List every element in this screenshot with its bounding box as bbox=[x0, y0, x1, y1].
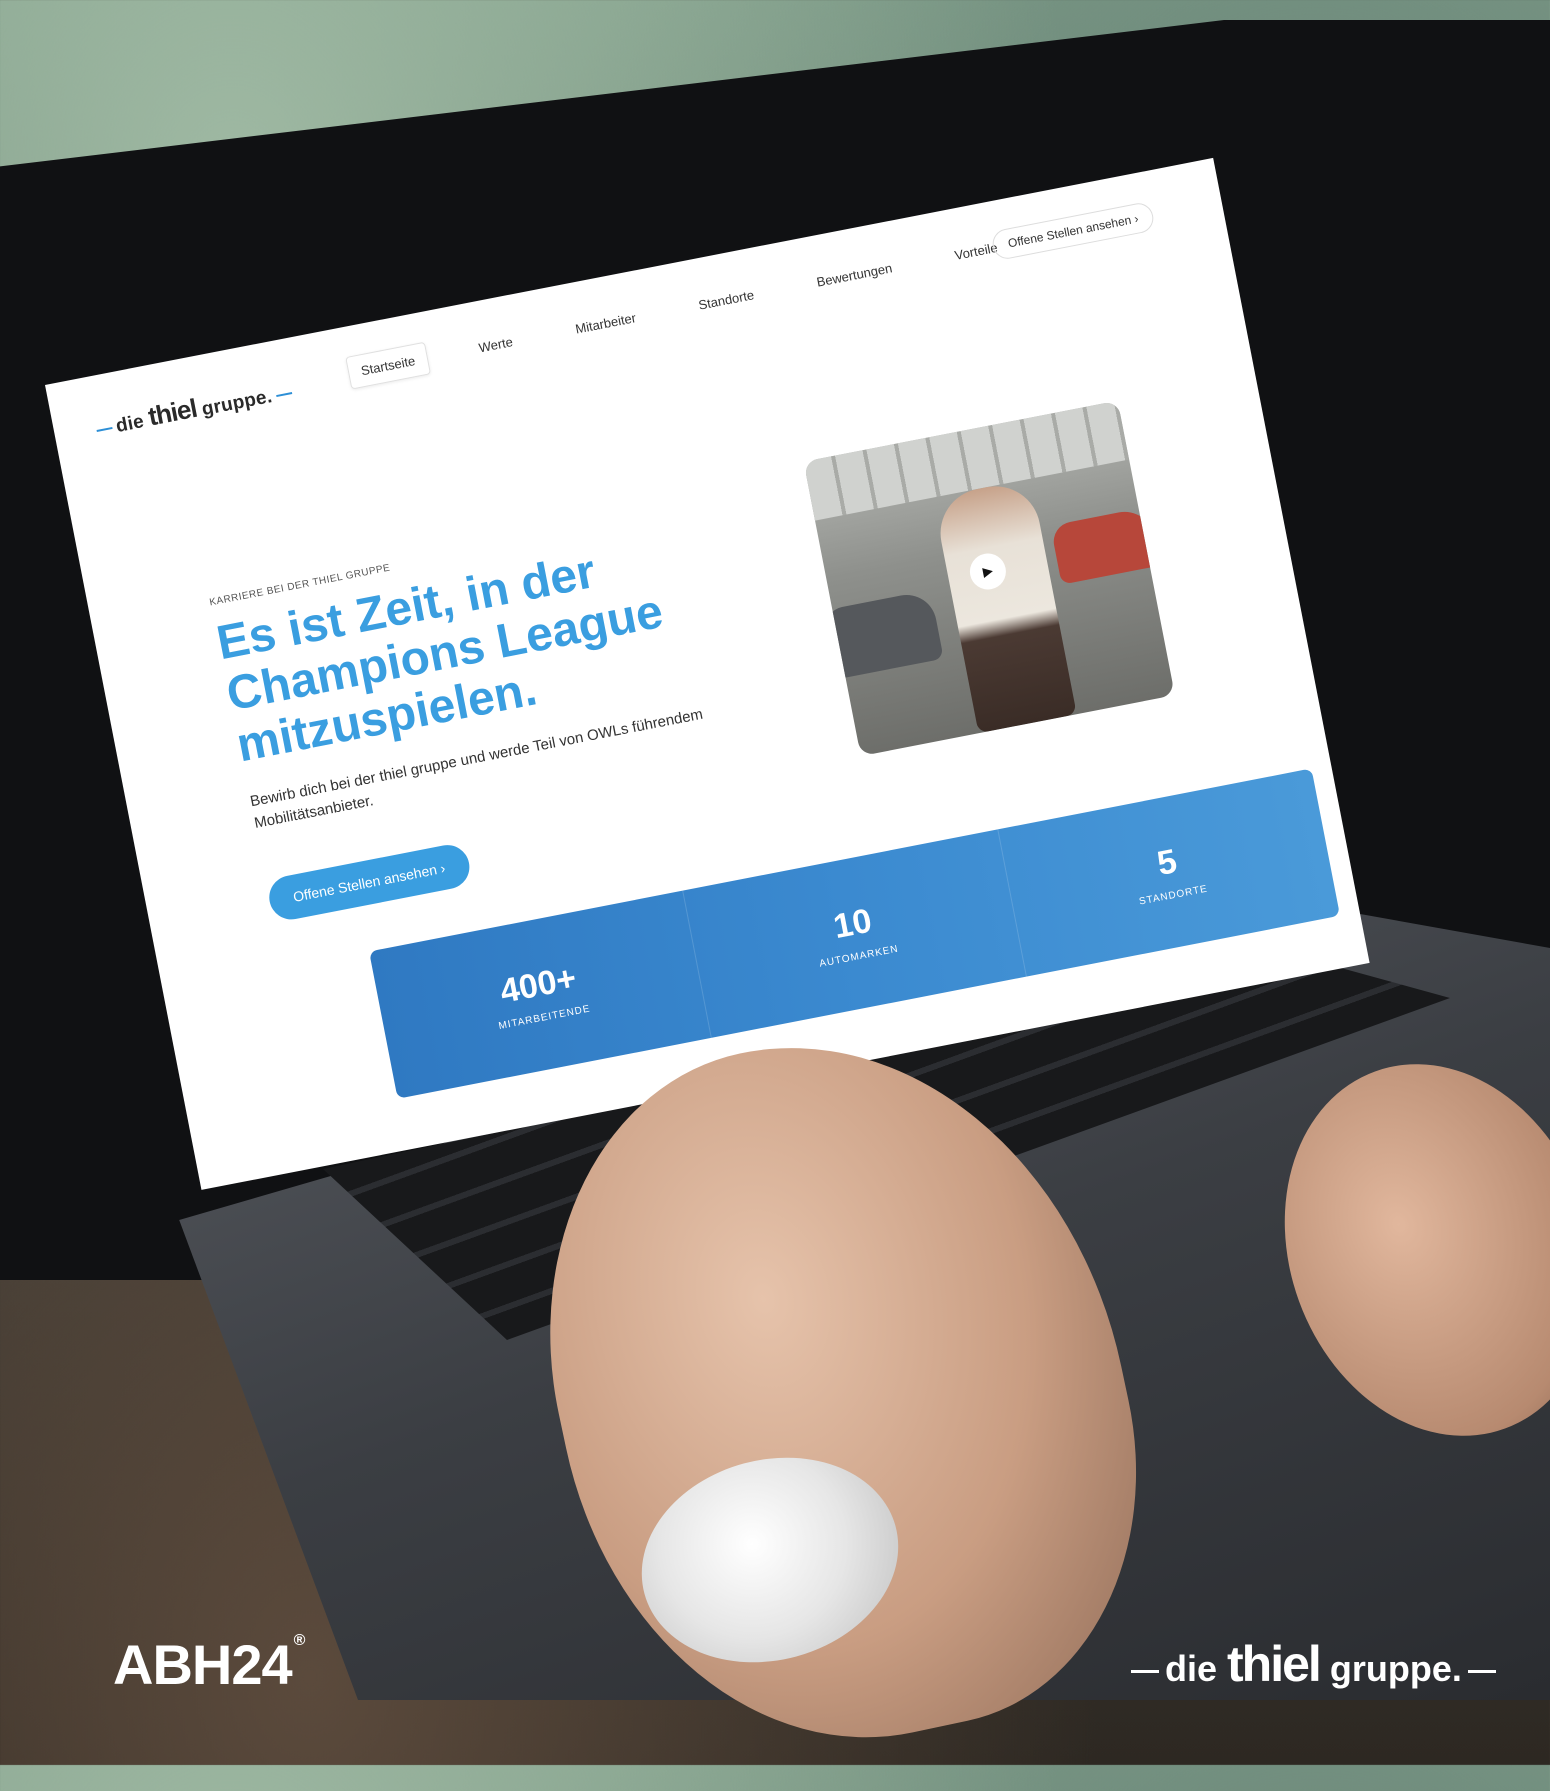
nav-item-mitarbeiter[interactable]: Mitarbeiter bbox=[561, 300, 651, 347]
logo-prefix: die bbox=[114, 411, 146, 437]
video-person bbox=[932, 478, 1077, 734]
stat-value: 10 bbox=[830, 901, 875, 947]
nav-item-werte[interactable]: Werte bbox=[464, 324, 527, 366]
thiel-gruppe-logo: die thiel gruppe. bbox=[1125, 1635, 1502, 1693]
chevron-right-icon: › bbox=[1133, 211, 1140, 226]
logo-dash bbox=[1467, 1669, 1496, 1673]
stat-locations: 5 STANDORTE bbox=[998, 768, 1340, 976]
logo-brand: thiel bbox=[145, 392, 199, 432]
abh24-logo-text: ABH24 bbox=[113, 1633, 293, 1696]
stat-value: 400+ bbox=[496, 958, 580, 1011]
abh24-logo: ABH24 ® bbox=[113, 1632, 306, 1697]
logo-dash bbox=[96, 426, 113, 432]
logo-suffix: gruppe. bbox=[1329, 1648, 1462, 1689]
nav-item-startseite[interactable]: Startseite bbox=[345, 341, 431, 390]
stat-brands: 10 AUTOMARKEN bbox=[683, 829, 1027, 1038]
site-logo[interactable]: die thiel gruppe. bbox=[89, 374, 298, 444]
logo-dash bbox=[1131, 1669, 1159, 1673]
logo-prefix: die bbox=[1165, 1648, 1218, 1689]
logo-brand: thiel bbox=[1227, 1636, 1322, 1692]
nav-open-positions-button[interactable]: Offene Stellen ansehen › bbox=[990, 200, 1156, 262]
hero-cta-label: Offene Stellen ansehen bbox=[291, 861, 439, 905]
nav-item-bewertungen[interactable]: Bewertungen bbox=[802, 250, 907, 300]
stat-employees: 400+ MITARBEITENDE bbox=[369, 890, 713, 1099]
stat-label: AUTOMARKEN bbox=[818, 943, 900, 970]
logo-suffix: gruppe. bbox=[200, 386, 274, 421]
stat-label: STANDORTE bbox=[1138, 883, 1209, 908]
registered-mark: ® bbox=[293, 1632, 306, 1649]
chevron-right-icon: › bbox=[438, 859, 447, 877]
video-car bbox=[822, 589, 944, 680]
hero-video[interactable]: ▶ bbox=[803, 400, 1175, 757]
logo-dash bbox=[275, 392, 292, 398]
stat-value: 5 bbox=[1154, 842, 1180, 884]
nav-item-standorte[interactable]: Standorte bbox=[684, 277, 769, 323]
video-car bbox=[1050, 506, 1160, 585]
nav-cta-label: Offene Stellen ansehen bbox=[1006, 212, 1133, 251]
hero-open-positions-button[interactable]: Offene Stellen ansehen › bbox=[265, 841, 473, 924]
